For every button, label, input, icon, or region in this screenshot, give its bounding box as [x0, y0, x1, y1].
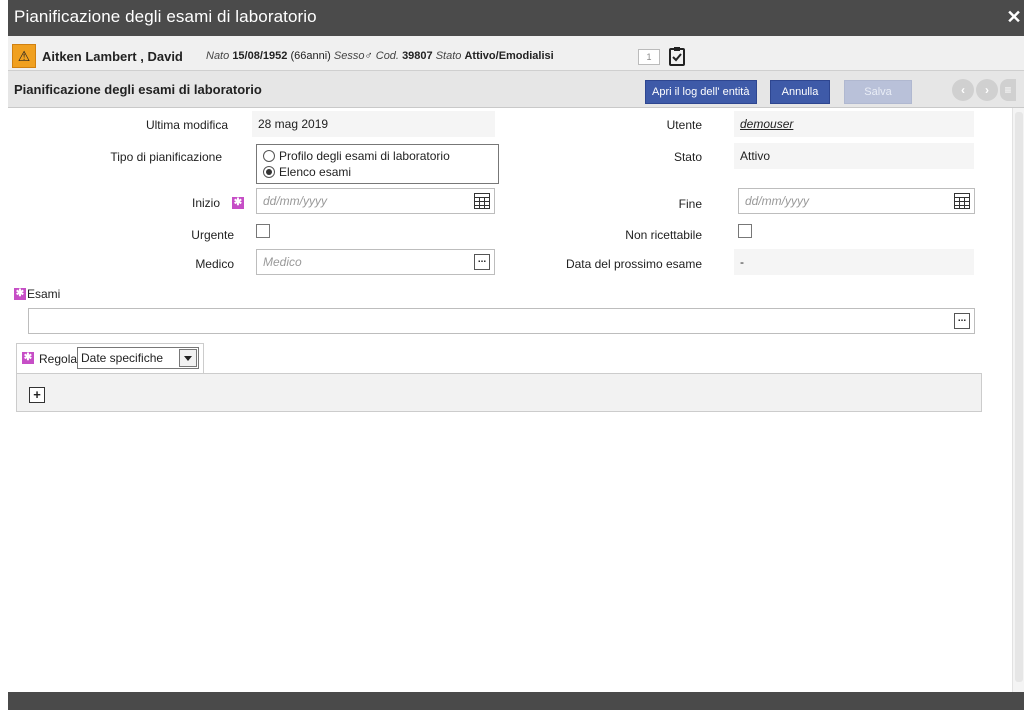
doctor-lookup-button[interactable]: ... — [474, 254, 490, 270]
radio-exam-list-label[interactable]: Elenco esami — [279, 165, 351, 179]
rule-select-value: Date specifiche — [81, 351, 164, 365]
form-content: Ultima modifica 28 mag 2019 Utente demou… — [8, 108, 1012, 692]
required-icon: ✱ — [232, 197, 244, 209]
exams-lookup-button[interactable]: ... — [954, 313, 970, 329]
rule-select[interactable]: Date specifiche — [77, 347, 199, 369]
next-exam-label: Data del prossimo esame — [565, 257, 702, 271]
title-bar: Pianificazione degli esami di laboratori… — [8, 0, 1024, 36]
patient-name[interactable]: Aitken Lambert , David — [42, 49, 183, 64]
window-title: Pianificazione degli esami di laboratori… — [14, 7, 317, 26]
last-modified-label: Ultima modifica — [145, 118, 228, 132]
state-label: Stato — [673, 150, 702, 164]
last-modified-value: 28 mag 2019 — [252, 111, 495, 137]
exams-label: Esami — [27, 287, 61, 301]
close-icon[interactable]: ✕ — [1006, 6, 1022, 28]
cancel-button[interactable]: Annulla — [770, 80, 830, 104]
chevron-down-icon[interactable] — [179, 349, 197, 367]
section-header: Pianificazione degli esami di laboratori… — [8, 71, 1024, 108]
end-date-input[interactable]: dd/mm/yyyy — [738, 188, 975, 214]
user-label: Utente — [666, 118, 702, 132]
plan-type-label: Tipo di pianificazione — [110, 150, 222, 164]
next-arrow-icon[interactable]: › — [976, 79, 998, 101]
clipboard-check-icon[interactable] — [668, 46, 686, 66]
status-value: Attivo/Emodialisi — [464, 50, 554, 62]
end-label: Fine — [678, 197, 702, 211]
urgent-checkbox[interactable] — [256, 224, 270, 238]
patient-badge[interactable]: 1 — [638, 49, 660, 65]
prev-arrow-icon[interactable]: ‹ — [952, 79, 974, 101]
section-title: Pianificazione degli esami di laboratori… — [14, 82, 262, 97]
radio-exam-list[interactable] — [263, 166, 275, 178]
patient-info: Nato 15/08/1952 (66anni) Sesso♂ Cod. 398… — [206, 50, 554, 62]
window: Pianificazione degli esami di laboratori… — [8, 0, 1024, 710]
next-exam-value: - — [734, 249, 974, 275]
sex-label: Sesso — [333, 50, 365, 62]
open-log-button[interactable]: Apri il log dell' entità — [645, 80, 757, 104]
plan-type-radio-group: Profilo degli esami di laboratorio Elenc… — [256, 144, 499, 184]
doctor-label: Medico — [195, 257, 234, 271]
start-label: Inizio — [191, 196, 220, 210]
rule-panel: + — [16, 373, 982, 412]
scrollbar-thumb[interactable] — [1015, 112, 1023, 682]
user-value[interactable]: demouser — [734, 111, 974, 137]
required-icon: ✱ — [22, 352, 34, 364]
age: (66anni) — [290, 50, 331, 62]
bottom-bar — [8, 692, 1024, 710]
radio-profile[interactable] — [263, 150, 275, 162]
calendar-icon[interactable] — [954, 193, 970, 209]
rule-label: Regola — [39, 352, 78, 366]
start-date-input[interactable]: dd/mm/yyyy — [256, 188, 495, 214]
doctor-placeholder: Medico — [263, 255, 302, 269]
non-refillable-checkbox[interactable] — [738, 224, 752, 238]
code-label: Cod. — [375, 50, 399, 62]
exams-input[interactable]: ... — [28, 308, 975, 334]
warning-icon[interactable]: ⚠ — [12, 44, 36, 68]
add-rule-button[interactable]: + — [29, 387, 45, 403]
code-value: 39807 — [402, 50, 433, 62]
born-value: 15/08/1952 — [232, 50, 288, 62]
doctor-input[interactable]: Medico ... — [256, 249, 495, 275]
rule-tab: ✱ Regola Date specifiche — [16, 343, 204, 374]
save-button[interactable]: Salva — [844, 80, 912, 104]
state-value: Attivo — [734, 143, 974, 169]
urgent-label: Urgente — [191, 228, 234, 242]
born-label: Nato — [206, 50, 230, 62]
male-icon: ♂ — [364, 50, 373, 62]
patient-bar: ⚠ Aitken Lambert , David Nato 15/08/1952… — [8, 36, 1024, 71]
status-label: Stato — [435, 50, 462, 62]
menu-icon[interactable]: ≡ — [1000, 79, 1016, 101]
calendar-icon[interactable] — [474, 193, 490, 209]
start-date-placeholder: dd/mm/yyyy — [263, 194, 328, 208]
required-icon: ✱ — [14, 288, 26, 300]
non-refillable-label: Non ricettabile — [625, 228, 702, 242]
radio-profile-label[interactable]: Profilo degli esami di laboratorio — [279, 149, 450, 163]
end-date-placeholder: dd/mm/yyyy — [745, 194, 810, 208]
scrollbar[interactable] — [1012, 108, 1024, 692]
